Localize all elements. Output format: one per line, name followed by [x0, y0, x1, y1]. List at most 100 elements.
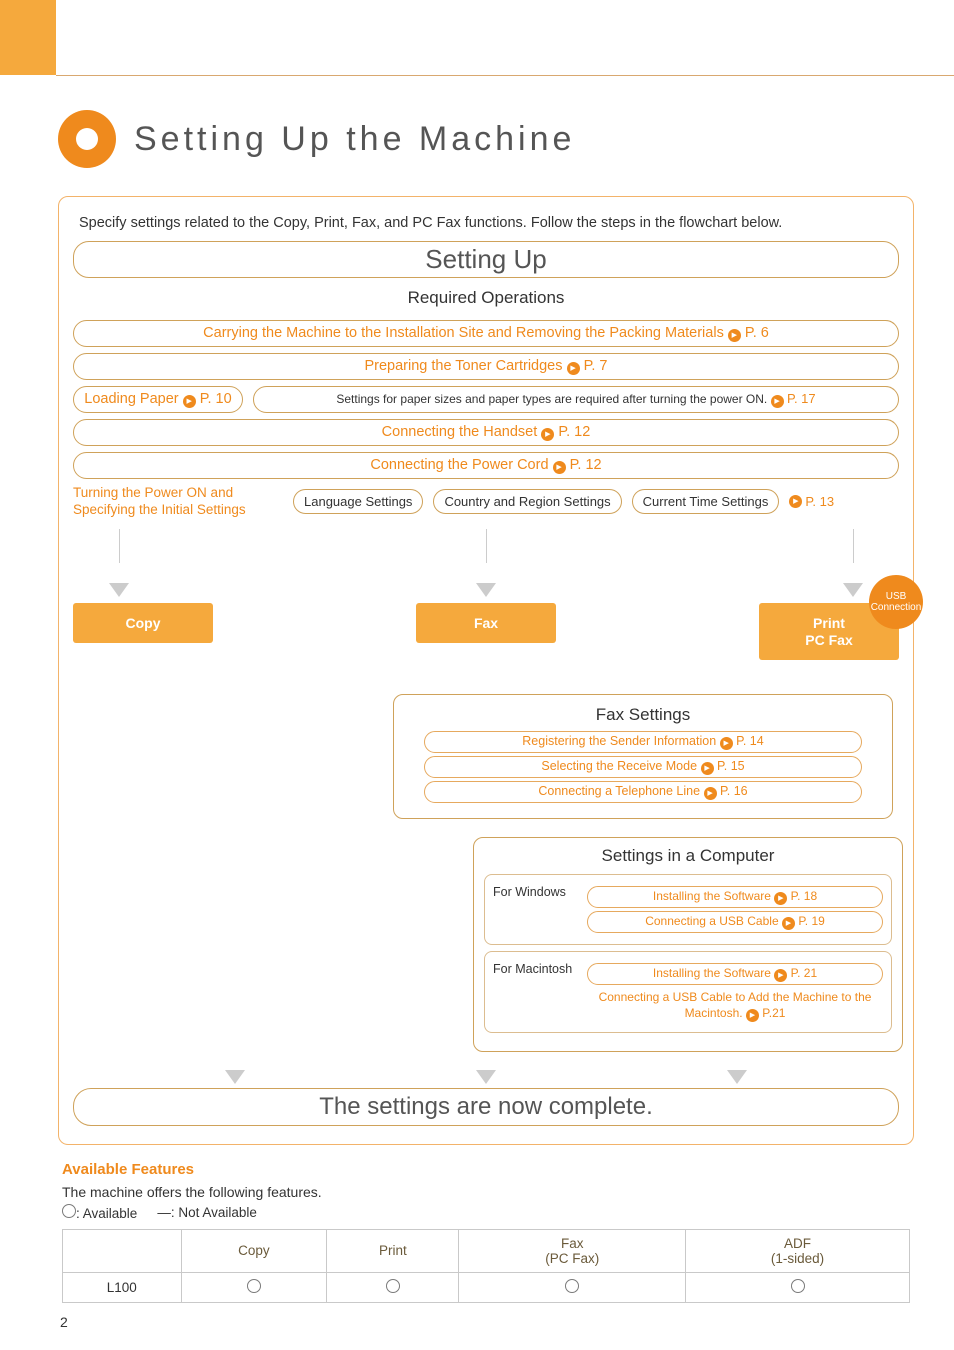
mac-block: For Macintosh Installing the Software P.… [484, 951, 892, 1033]
th-fax-text: Fax [561, 1236, 584, 1251]
fax-sender-page: P. 14 [736, 734, 764, 748]
arrow-icon [774, 969, 787, 982]
row-model: L100 [63, 1272, 182, 1302]
usb-badge: USB Connection [869, 575, 923, 629]
arrow-icon [704, 787, 717, 800]
setting-up-heading: Setting Up [73, 241, 899, 278]
func-copy: Copy [73, 603, 213, 643]
step-load-paper-page: P. 10 [200, 391, 232, 407]
features-title: Available Features [62, 1161, 910, 1178]
th-adf-text: ADF [784, 1236, 811, 1251]
page-content: Setting Up the Machine Specify settings … [58, 110, 914, 1303]
time-page: P. 13 [805, 494, 834, 509]
flow-arrows [73, 529, 899, 597]
th-print: Print [327, 1229, 459, 1272]
intro-text: Specify settings related to the Copy, Pr… [79, 215, 893, 231]
page-title: Setting Up the Machine [134, 120, 575, 159]
step-handset: Connecting the Handset P. 12 [73, 419, 899, 446]
circle-icon [247, 1279, 261, 1293]
win-usb-text: Connecting a USB Cable [645, 914, 778, 928]
step-carry-text: Carrying the Machine to the Installation… [203, 325, 724, 341]
windows-block: For Windows Installing the Software P. 1… [484, 874, 892, 945]
time-page-ref: P. 13 [789, 494, 834, 509]
features-desc: The machine offers the following feature… [62, 1184, 910, 1200]
win-usb-page: P. 19 [798, 914, 824, 928]
th-fax-sub: (PC Fax) [545, 1251, 599, 1266]
arrow-icon [701, 762, 714, 775]
legend-avail: : Available [76, 1206, 137, 1221]
top-rule [56, 75, 954, 76]
side-tab [0, 0, 56, 75]
step-toner: Preparing the Toner Cartridges P. 7 [73, 353, 899, 380]
complete-pill: The settings are now complete. [73, 1088, 899, 1126]
features-table: Copy Print Fax (PC Fax) ADF (1-sided) L1… [62, 1229, 910, 1303]
win-install-text: Installing the Software [653, 889, 771, 903]
arrow-icon [183, 395, 196, 408]
mac-usb: Connecting a USB Cable to Add the Machin… [587, 988, 883, 1024]
step-toner-text: Preparing the Toner Cartridges [364, 358, 562, 374]
step-load-paper-text: Loading Paper [84, 391, 178, 407]
fax-line: Connecting a Telephone Line P. 16 [424, 781, 861, 803]
func-print: Print [813, 615, 845, 631]
fax-receive: Selecting the Receive Mode P. 15 [424, 756, 861, 778]
lang-settings: Language Settings [293, 489, 423, 514]
computer-settings-title: Settings in a Computer [484, 846, 892, 866]
arrow-icon [774, 892, 787, 905]
usb-top: USB [886, 591, 907, 602]
step-carry-page: P. 6 [745, 325, 769, 341]
step-carry: Carrying the Machine to the Installation… [73, 320, 899, 347]
paper-note: Settings for paper sizes and paper types… [253, 386, 899, 413]
win-usb: Connecting a USB Cable P. 19 [587, 911, 883, 933]
circle-icon [791, 1279, 805, 1293]
power-on-label: Turning the Power ON and Specifying the … [73, 485, 283, 519]
features-section: Available Features The machine offers th… [58, 1161, 914, 1303]
arrow-icon [728, 329, 741, 342]
arrow-icon [771, 395, 784, 408]
circle-icon [62, 1204, 76, 1218]
cell-print [327, 1272, 459, 1302]
fax-sender-text: Registering the Sender Information [522, 734, 716, 748]
win-install: Installing the Software P. 18 [587, 886, 883, 908]
th-fax: Fax (PC Fax) [459, 1229, 686, 1272]
win-install-page: P. 18 [791, 889, 817, 903]
time-settings: Current Time Settings [632, 489, 780, 514]
step-handset-text: Connecting the Handset [382, 424, 538, 440]
step-power-cord: Connecting the Power Cord P. 12 [73, 452, 899, 479]
cell-adf [686, 1272, 910, 1302]
th-adf-sub: (1-sided) [771, 1251, 824, 1266]
mac-install-page: P. 21 [791, 966, 817, 980]
fax-sender: Registering the Sender Information P. 14 [424, 731, 861, 753]
step-toner-page: P. 7 [584, 358, 608, 374]
features-legend: : Available —: Not Available [62, 1204, 910, 1221]
fax-line-text: Connecting a Telephone Line [538, 784, 700, 798]
th-copy: Copy [181, 1229, 327, 1272]
fax-settings-title: Fax Settings [400, 705, 886, 725]
arrow-icon [720, 737, 733, 750]
final-arrows [73, 1070, 899, 1084]
paper-note-text: Settings for paper sizes and paper types… [336, 392, 767, 406]
arrow-icon [567, 362, 580, 375]
bullet-icon [58, 110, 116, 168]
step-power-cord-text: Connecting the Power Cord [370, 457, 548, 473]
th-blank [63, 1229, 182, 1272]
windows-label: For Windows [493, 883, 579, 899]
arrow-icon [541, 428, 554, 441]
arrow-icon [746, 1009, 759, 1022]
required-ops-heading: Required Operations [73, 284, 899, 314]
computer-settings-box: Settings in a Computer For Windows Insta… [473, 837, 903, 1052]
circle-icon [386, 1279, 400, 1293]
flowchart-box: Specify settings related to the Copy, Pr… [58, 196, 914, 1145]
mac-usb-page: P.21 [762, 1006, 785, 1020]
mac-install-text: Installing the Software [653, 966, 771, 980]
dash-icon: — [157, 1205, 171, 1220]
page-number: 2 [60, 1314, 68, 1330]
cell-copy [181, 1272, 327, 1302]
step-load-paper: Loading Paper P. 10 [73, 386, 243, 413]
func-pcfax: PC Fax [805, 632, 852, 648]
circle-icon [565, 1279, 579, 1293]
step-handset-page: P. 12 [558, 424, 590, 440]
func-fax: Fax [416, 603, 556, 643]
th-adf: ADF (1-sided) [686, 1229, 910, 1272]
step-power-cord-page: P. 12 [570, 457, 602, 473]
fax-receive-text: Selecting the Receive Mode [541, 759, 697, 773]
